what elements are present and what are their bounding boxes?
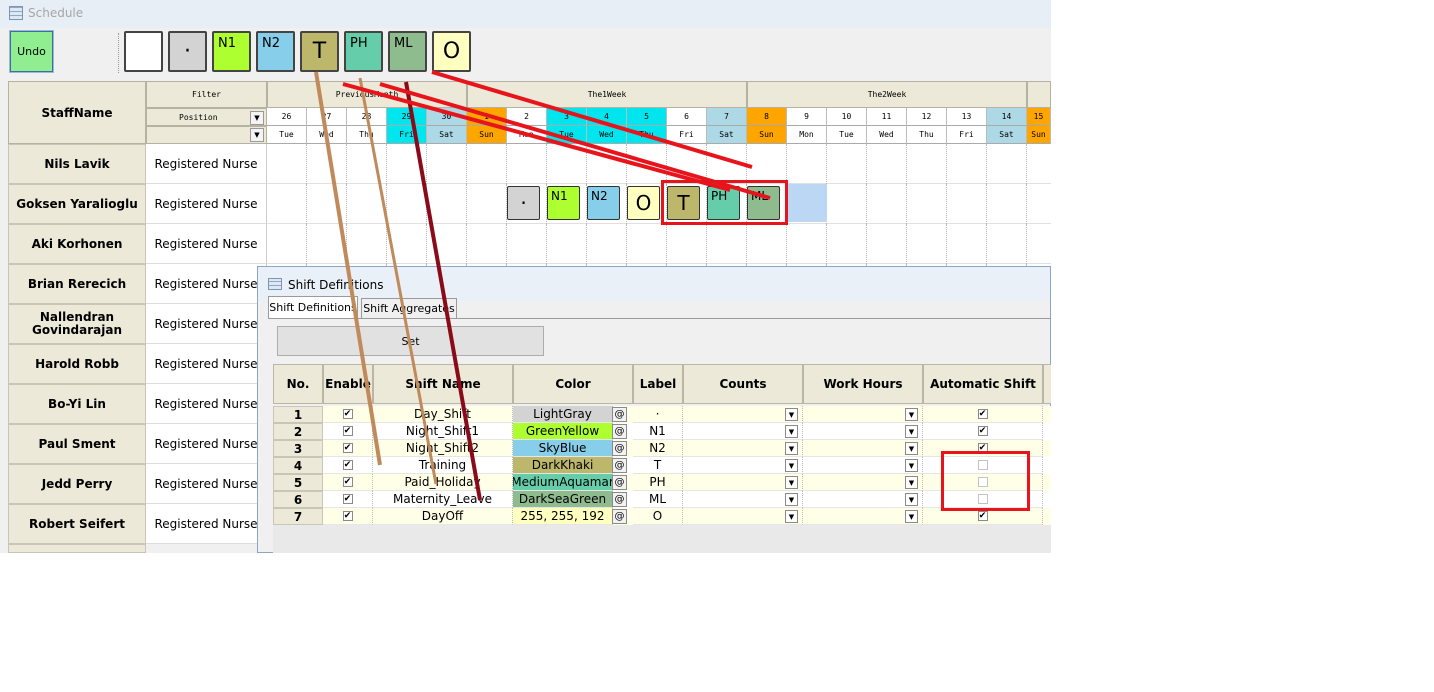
- annotation-line-maternity: [404, 81, 482, 501]
- schedule-window: Schedule Undo · N1 N2 T PH ML O StaffName Filt…: [0, 0, 1051, 553]
- annotation-line-popup-1: [342, 82, 731, 192]
- annotation-line-popup-2: [379, 82, 771, 200]
- annotation-lines: [314, 70, 771, 501]
